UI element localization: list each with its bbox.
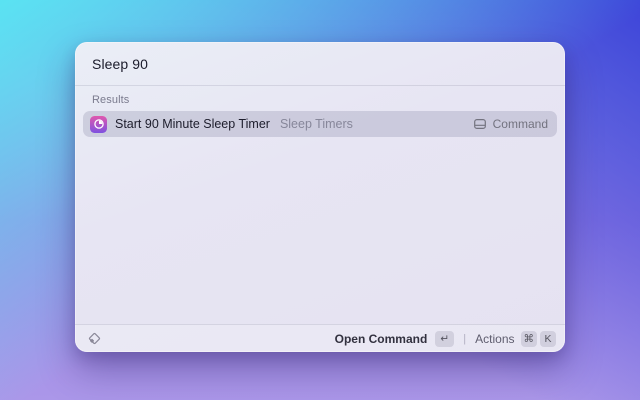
actions-button[interactable]: Actions	[475, 332, 514, 346]
return-keycap: ↵	[435, 330, 455, 347]
open-command-button[interactable]: Open Command	[335, 332, 428, 346]
results-area: Results Start 90 Minute Sleep Timer Slee…	[75, 86, 565, 324]
sleep-timer-app-icon	[90, 115, 107, 133]
command-icon	[473, 117, 487, 131]
result-row-start-90-minute-sleep-timer[interactable]: Start 90 Minute Sleep Timer Sleep Timers…	[83, 111, 557, 137]
result-type-label: Command	[492, 117, 548, 131]
search-bar	[75, 42, 565, 86]
raycast-logo-icon	[86, 330, 103, 347]
launcher-window: Results Start 90 Minute Sleep Timer Slee…	[75, 42, 565, 352]
result-subtitle: Sleep Timers	[279, 117, 353, 131]
cmd-keycap: ⌘	[520, 330, 537, 347]
search-input[interactable]	[92, 55, 548, 72]
footer-bar: Open Command ↵ | Actions ⌘ K	[75, 324, 565, 352]
k-keycap: K	[540, 330, 556, 347]
actions-key-group: ⌘ K	[520, 330, 556, 347]
footer-divider: |	[463, 332, 467, 345]
result-type-indicator: Command	[473, 117, 548, 131]
results-section-label: Results	[92, 94, 130, 106]
result-title: Start 90 Minute Sleep Timer	[115, 117, 270, 131]
